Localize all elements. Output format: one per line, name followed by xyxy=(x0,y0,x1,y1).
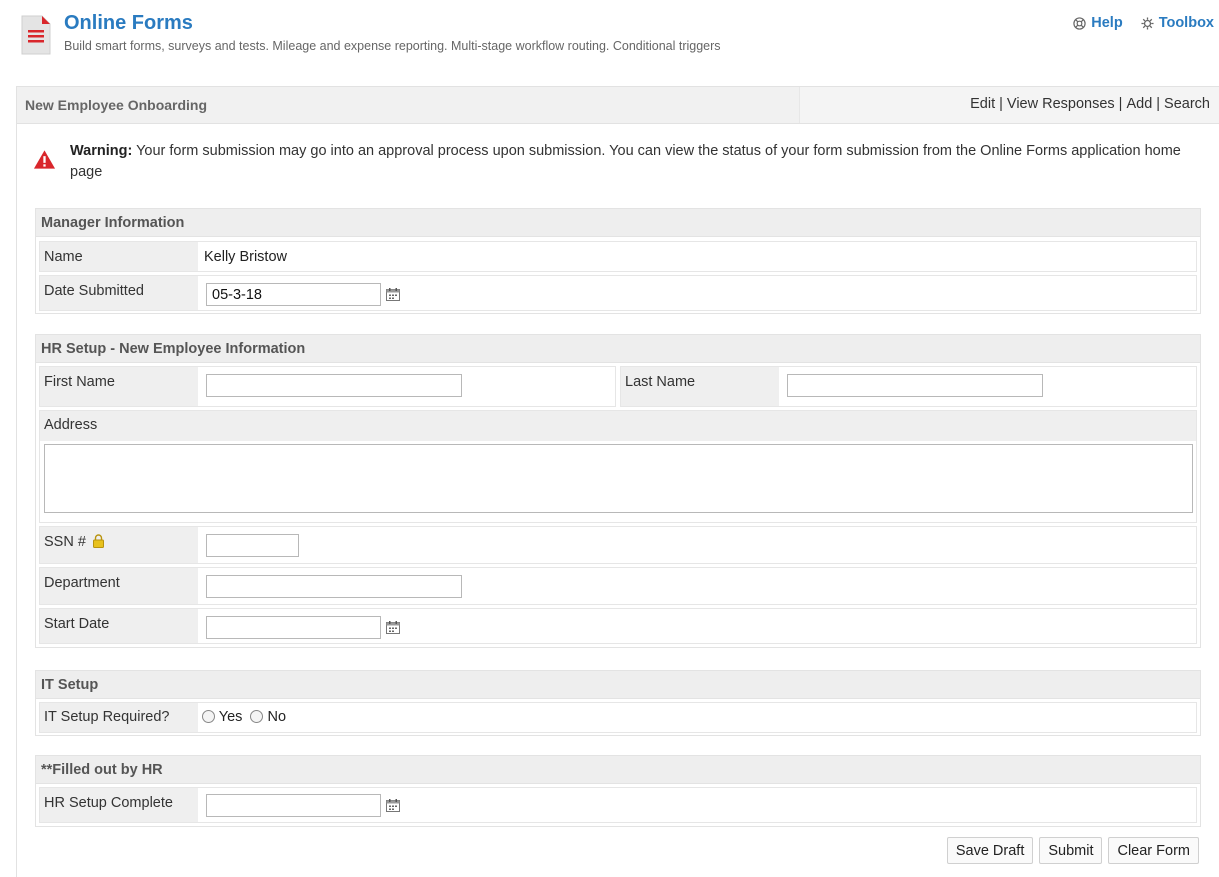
manager-information-section: Manager Information Name Kelly Bristow D… xyxy=(35,208,1201,314)
warning-text: Warning: Your form submission may go int… xyxy=(70,141,1210,183)
start-date-row: Start Date xyxy=(39,608,1197,644)
address-textarea[interactable] xyxy=(44,444,1193,513)
filled-by-hr-section: **Filled out by HR HR Setup Complete xyxy=(35,755,1201,827)
yes-label[interactable]: Yes xyxy=(219,709,243,725)
it-setup-required-label: IT Setup Required? xyxy=(40,703,198,732)
name-value: Kelly Bristow xyxy=(204,249,287,265)
clear-form-button[interactable]: Clear Form xyxy=(1108,837,1199,864)
hr-setup-section: HR Setup - New Employee Information Firs… xyxy=(35,334,1201,648)
add-link[interactable]: Add xyxy=(1126,96,1152,112)
first-name-input[interactable] xyxy=(206,374,462,397)
action-separator: | xyxy=(1156,96,1161,112)
action-separator: | xyxy=(1118,96,1123,112)
help-link[interactable]: Help xyxy=(1073,15,1123,31)
address-row: Address xyxy=(39,410,1197,523)
toolbox-link[interactable]: Toolbox xyxy=(1141,15,1214,31)
panel-actions: Edit | View Responses | Add | Search xyxy=(970,96,1210,112)
department-input[interactable] xyxy=(206,575,462,598)
date-submitted-label: Date Submitted xyxy=(40,276,198,310)
section-title: IT Setup xyxy=(36,671,1200,699)
section-title: **Filled out by HR xyxy=(36,756,1200,784)
calendar-icon[interactable] xyxy=(386,621,400,634)
search-link[interactable]: Search xyxy=(1164,96,1210,112)
name-label: Name xyxy=(40,242,198,271)
start-date-input[interactable] xyxy=(206,616,381,639)
no-radio[interactable] xyxy=(250,710,264,723)
view-responses-link[interactable]: View Responses xyxy=(1007,96,1115,112)
warning-body: Your form submission may go into an appr… xyxy=(70,143,1181,180)
ssn-row: SSN # xyxy=(39,526,1197,564)
form-panel: New Employee Onboarding Edit | View Respon… xyxy=(16,86,1219,877)
last-name-label: Last Name xyxy=(621,367,779,406)
department-label: Department xyxy=(40,568,198,604)
calendar-icon[interactable] xyxy=(386,799,400,812)
top-links: Help Toolbox xyxy=(1073,15,1214,31)
section-title: HR Setup - New Employee Information xyxy=(36,335,1200,363)
hr-setup-complete-row: HR Setup Complete xyxy=(39,787,1197,823)
form-buttons: Save Draft Submit Clear Form xyxy=(946,837,1199,864)
lock-icon xyxy=(92,534,104,548)
toolbox-label: Toolbox xyxy=(1158,15,1214,31)
warning-label: Warning: xyxy=(70,143,133,159)
start-date-label: Start Date xyxy=(40,609,198,643)
panel-header: New Employee Onboarding Edit | View Respon… xyxy=(17,87,1219,124)
last-name-input[interactable] xyxy=(787,374,1043,397)
section-title: Manager Information xyxy=(36,209,1200,237)
department-row: Department xyxy=(39,567,1197,605)
ssn-label-cell: SSN # xyxy=(40,527,198,563)
app-title[interactable]: Online Forms xyxy=(64,12,193,35)
save-draft-button[interactable]: Save Draft xyxy=(946,837,1034,864)
help-label: Help xyxy=(1091,15,1123,31)
address-label: Address xyxy=(40,411,1196,441)
help-icon xyxy=(1073,16,1086,30)
form-title: New Employee Onboarding xyxy=(25,97,208,113)
forms-logo-icon xyxy=(21,15,51,55)
action-separator: | xyxy=(999,96,1003,112)
date-submitted-input[interactable] xyxy=(206,283,381,306)
last-name-row: Last Name xyxy=(620,366,1197,407)
it-setup-section: IT Setup IT Setup Required? Yes No xyxy=(35,670,1201,736)
hr-setup-complete-label: HR Setup Complete xyxy=(40,788,198,822)
app-subtitle: Build smart forms, surveys and tests. Mi… xyxy=(64,39,721,53)
gear-icon xyxy=(1141,16,1154,30)
name-row: Name Kelly Bristow xyxy=(39,241,1197,272)
first-name-row: First Name xyxy=(39,366,616,407)
it-setup-required-row: IT Setup Required? Yes No xyxy=(39,702,1197,733)
hr-setup-complete-input[interactable] xyxy=(206,794,381,817)
yes-radio[interactable] xyxy=(202,710,215,723)
it-setup-radio-group: Yes No xyxy=(202,709,286,725)
first-name-label: First Name xyxy=(40,367,198,406)
warning-icon xyxy=(33,150,56,169)
edit-link[interactable]: Edit xyxy=(970,96,995,112)
date-submitted-row: Date Submitted xyxy=(39,275,1197,311)
app-header: Online Forms Build smart forms, surveys … xyxy=(0,0,1219,72)
ssn-input[interactable] xyxy=(206,534,299,557)
ssn-label: SSN # xyxy=(44,534,86,550)
submit-button[interactable]: Submit xyxy=(1039,837,1103,864)
calendar-icon[interactable] xyxy=(386,288,400,301)
no-label[interactable]: No xyxy=(268,709,287,725)
